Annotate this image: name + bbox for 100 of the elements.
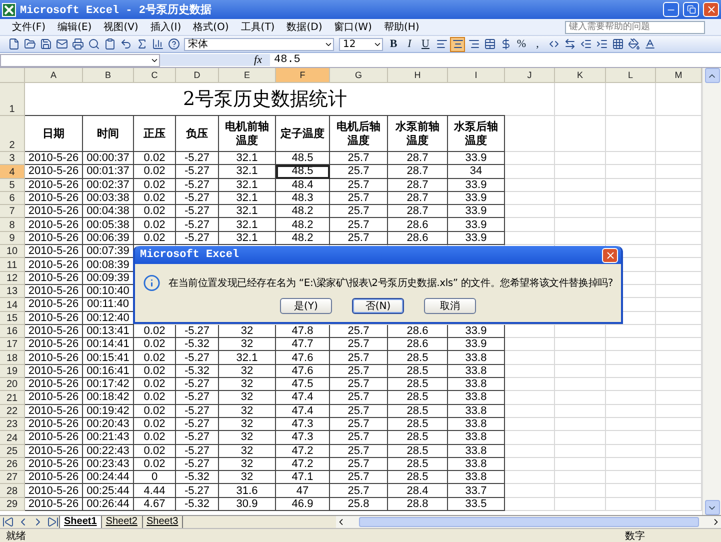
table-cell: 25.7 bbox=[330, 418, 388, 432]
menu-item[interactable]: 数据(D) bbox=[280, 20, 328, 34]
row-header[interactable]: 9 bbox=[0, 232, 25, 246]
italic-button[interactable]: I bbox=[402, 36, 417, 52]
table-cell: 28.5 bbox=[388, 404, 448, 418]
row-header[interactable]: 8 bbox=[0, 218, 25, 232]
table-cell: 33.9 bbox=[448, 192, 505, 206]
row-header[interactable]: 26 bbox=[0, 458, 25, 472]
table-cell: 2010-5-26 bbox=[25, 152, 83, 166]
table-cell: 2010-5-26 bbox=[25, 312, 83, 325]
underline-button[interactable]: U bbox=[418, 36, 433, 52]
row-header[interactable]: 4 bbox=[0, 165, 25, 179]
table-cell: 25.7 bbox=[330, 404, 388, 418]
table-cell: 32.1 bbox=[219, 232, 276, 246]
column-header[interactable]: J bbox=[505, 68, 555, 83]
table-cell: 28.5 bbox=[388, 351, 448, 365]
table-cell: 2010-5-26 bbox=[25, 458, 83, 472]
column-header[interactable]: M bbox=[656, 68, 702, 83]
table-cell: 00:22:43 bbox=[83, 444, 134, 458]
bold-button[interactable]: B bbox=[386, 36, 401, 52]
table-cell: 2010-5-26 bbox=[25, 351, 83, 365]
column-header[interactable]: A bbox=[25, 68, 83, 83]
table-cell: 28.7 bbox=[388, 165, 448, 179]
row-header[interactable]: 17 bbox=[0, 338, 25, 352]
column-header[interactable]: G bbox=[330, 68, 388, 83]
table-cell: 0.02 bbox=[134, 178, 176, 192]
column-header[interactable]: B bbox=[83, 68, 134, 83]
table-cell: 28.7 bbox=[388, 152, 448, 166]
column-header[interactable]: E bbox=[219, 68, 276, 83]
function-label[interactable]: fx bbox=[160, 54, 270, 66]
row-header[interactable]: 1 bbox=[0, 83, 25, 116]
sheet-tab[interactable]: Sheet1 bbox=[59, 516, 102, 528]
table-cell: 48.2 bbox=[276, 218, 330, 232]
menu-item[interactable]: 工具(T) bbox=[234, 20, 281, 34]
row-header[interactable]: 15 bbox=[0, 312, 25, 325]
formula-field[interactable]: 48.5 bbox=[270, 54, 300, 66]
table-cell: 33.9 bbox=[448, 232, 505, 246]
row-header[interactable]: 22 bbox=[0, 404, 25, 418]
table-cell: 28.7 bbox=[388, 192, 448, 206]
row-header[interactable]: 19 bbox=[0, 364, 25, 378]
row-header[interactable]: 27 bbox=[0, 471, 25, 484]
mode-indicator: 数字 bbox=[625, 530, 645, 542]
table-cell: 25.7 bbox=[330, 205, 388, 218]
table-cell: -5.27 bbox=[176, 152, 219, 166]
menu-item[interactable]: 插入(I) bbox=[144, 20, 188, 34]
table-cell: 48.4 bbox=[276, 178, 330, 192]
font-dropdown[interactable]: 宋体 bbox=[184, 38, 334, 50]
dialog-button[interactable]: 是(Y) bbox=[280, 298, 332, 314]
table-cell: 0.02 bbox=[134, 364, 176, 378]
table-cell: 00:06:39 bbox=[83, 232, 134, 246]
row-header[interactable]: 18 bbox=[0, 351, 25, 365]
table-cell: 28.5 bbox=[388, 364, 448, 378]
table-cell: 48.3 bbox=[276, 192, 330, 206]
dialog-button[interactable]: 否(N) bbox=[352, 298, 404, 314]
menu-item[interactable]: 帮助(H) bbox=[378, 20, 426, 34]
dialog-button[interactable]: 取消 bbox=[424, 298, 476, 314]
row-header[interactable]: 25 bbox=[0, 444, 25, 458]
menu-item[interactable]: 窗口(W) bbox=[328, 20, 378, 34]
column-header[interactable]: D bbox=[176, 68, 219, 83]
row-header[interactable]: 13 bbox=[0, 284, 25, 298]
row-header[interactable]: 10 bbox=[0, 245, 25, 258]
table-cell: -5.32 bbox=[176, 338, 219, 352]
column-heading: 水泵前轴温度 bbox=[388, 116, 448, 152]
column-header[interactable]: L bbox=[606, 68, 656, 83]
row-header[interactable]: 14 bbox=[0, 298, 25, 312]
column-header[interactable]: F bbox=[276, 68, 330, 83]
font-size-dropdown[interactable]: 12 bbox=[339, 38, 383, 50]
menu-item[interactable]: 编辑(E) bbox=[52, 20, 98, 34]
row-header[interactable]: 24 bbox=[0, 431, 25, 445]
row-header[interactable]: 2 bbox=[0, 116, 25, 152]
row-header[interactable]: 6 bbox=[0, 192, 25, 206]
help-search-field[interactable]: 键入需要帮助的问题 bbox=[565, 20, 705, 34]
row-header[interactable]: 12 bbox=[0, 272, 25, 285]
table-cell: 0.02 bbox=[134, 338, 176, 352]
row-header[interactable]: 21 bbox=[0, 391, 25, 405]
row-header[interactable]: 28 bbox=[0, 484, 25, 498]
table-cell: 00:17:42 bbox=[83, 378, 134, 392]
row-header[interactable]: 7 bbox=[0, 205, 25, 218]
column-heading: 水泵后轴温度 bbox=[448, 116, 505, 152]
table-cell: -5.27 bbox=[176, 444, 219, 458]
row-header[interactable]: 20 bbox=[0, 378, 25, 392]
row-header[interactable]: 16 bbox=[0, 324, 25, 338]
column-header[interactable]: I bbox=[448, 68, 505, 83]
menu-item[interactable]: 视图(V) bbox=[98, 20, 144, 34]
table-cell: 32 bbox=[219, 404, 276, 418]
comma-button[interactable]: , bbox=[530, 36, 545, 52]
table-cell: 25.7 bbox=[330, 391, 388, 405]
row-header[interactable]: 5 bbox=[0, 178, 25, 192]
table-cell: 25.8 bbox=[330, 498, 388, 512]
column-header[interactable]: K bbox=[555, 68, 606, 83]
row-header[interactable]: 11 bbox=[0, 258, 25, 272]
row-header[interactable]: 29 bbox=[0, 498, 25, 512]
percent-button[interactable]: % bbox=[514, 36, 529, 52]
menu-item[interactable]: 格式(O) bbox=[187, 20, 235, 34]
row-header[interactable]: 23 bbox=[0, 418, 25, 432]
table-cell: 33.5 bbox=[448, 498, 505, 512]
column-header[interactable]: C bbox=[134, 68, 176, 83]
menu-item[interactable]: 文件(F) bbox=[6, 20, 52, 34]
row-header[interactable]: 3 bbox=[0, 152, 25, 166]
column-header[interactable]: H bbox=[388, 68, 448, 83]
